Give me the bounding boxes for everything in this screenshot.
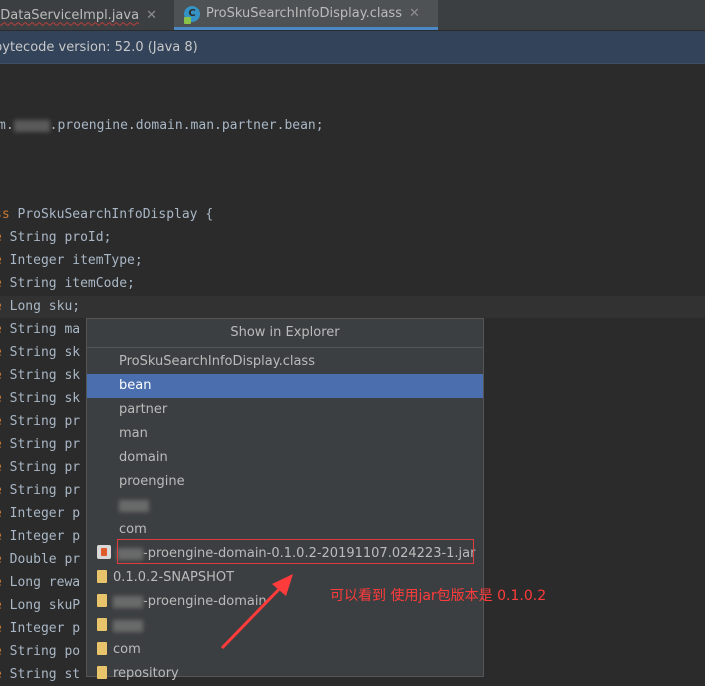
- popup-item-redacted[interactable]: [87, 494, 483, 518]
- folder-icon: [97, 666, 107, 679]
- field-line: e String itemCode;: [0, 276, 135, 291]
- field-line: e Long skuP: [0, 598, 81, 613]
- field-line: e String pr: [0, 414, 81, 429]
- field-line: e Double pr: [0, 552, 81, 567]
- folder-icon: [97, 570, 107, 583]
- folder-icon: [97, 594, 107, 607]
- field-line: e String pr: [0, 437, 81, 452]
- annotation-text: 可以看到 使用jar包版本是 0.1.0.2: [330, 588, 547, 604]
- popup-title: Show in Explorer: [87, 319, 483, 348]
- field-line: e String sk: [0, 391, 81, 406]
- redacted-text: [13, 119, 50, 132]
- folder-icon: [97, 642, 107, 655]
- popup-item-proengine[interactable]: proengine: [87, 470, 483, 494]
- close-icon[interactable]: ✕: [409, 6, 420, 21]
- popup-item-partner[interactable]: partner: [87, 398, 483, 422]
- popup-item-class-file[interactable]: ProSkuSearchInfoDisplay.class: [87, 350, 483, 374]
- field-line: e String st: [0, 667, 81, 682]
- editor-tab-bar: uDataServiceImpl.java ✕ C ProSkuSearchIn…: [0, 0, 705, 31]
- field-line: e String pr: [0, 483, 81, 498]
- field-line: e Integer p: [0, 506, 81, 521]
- tab-pro-sku-search-info-display[interactable]: C ProSkuSearchInfoDisplay.class ✕: [174, 0, 438, 30]
- close-icon[interactable]: ✕: [146, 8, 157, 23]
- popup-item-redacted-folder[interactable]: [87, 614, 483, 638]
- redacted-text: [119, 499, 149, 512]
- field-line: e String sk: [0, 345, 81, 360]
- popup-item-domain[interactable]: domain: [87, 446, 483, 470]
- field-line: e String proId;: [0, 230, 112, 245]
- field-line: e Integer p: [0, 621, 81, 636]
- folder-icon: [97, 618, 107, 631]
- jar-highlight-box: [117, 539, 474, 564]
- field-line: e String sk: [0, 368, 81, 383]
- popup-item-repository-folder[interactable]: repository: [87, 662, 483, 686]
- popup-item-com-folder[interactable]: com: [87, 638, 483, 662]
- bytecode-version-text: bytecode version: 52.0 (Java 8): [0, 39, 198, 55]
- field-line: e String ma: [0, 322, 81, 337]
- caret-line-highlight: [0, 296, 705, 318]
- show-in-explorer-popup: Show in Explorer ProSkuSearchInfoDisplay…: [86, 318, 484, 681]
- class-declaration: ss ProSkuSearchInfoDisplay {: [0, 207, 214, 222]
- redacted-text: [113, 619, 143, 632]
- field-line: e String pr: [0, 460, 81, 475]
- package-line: m. .proengine.domain.man.partner.bean;: [0, 118, 324, 133]
- field-line: e Integer itemType;: [0, 253, 143, 268]
- tab-label: uDataServiceImpl.java: [0, 7, 140, 23]
- popup-item-man[interactable]: man: [87, 422, 483, 446]
- jar-icon: [97, 545, 111, 559]
- tab-label: ProSkuSearchInfoDisplay.class: [206, 6, 402, 21]
- field-line: e Integer p: [0, 529, 81, 544]
- redacted-text: [113, 595, 143, 608]
- field-line: e Long sku;: [0, 299, 81, 314]
- class-file-icon: C: [184, 5, 200, 22]
- field-line: e String po: [0, 644, 81, 659]
- decompiler-banner: bytecode version: 52.0 (Java 8): [0, 31, 705, 64]
- field-line: e Long rewa: [0, 575, 81, 590]
- tab-data-service-impl[interactable]: uDataServiceImpl.java ✕: [0, 0, 172, 30]
- popup-item-bean[interactable]: bean: [87, 374, 483, 398]
